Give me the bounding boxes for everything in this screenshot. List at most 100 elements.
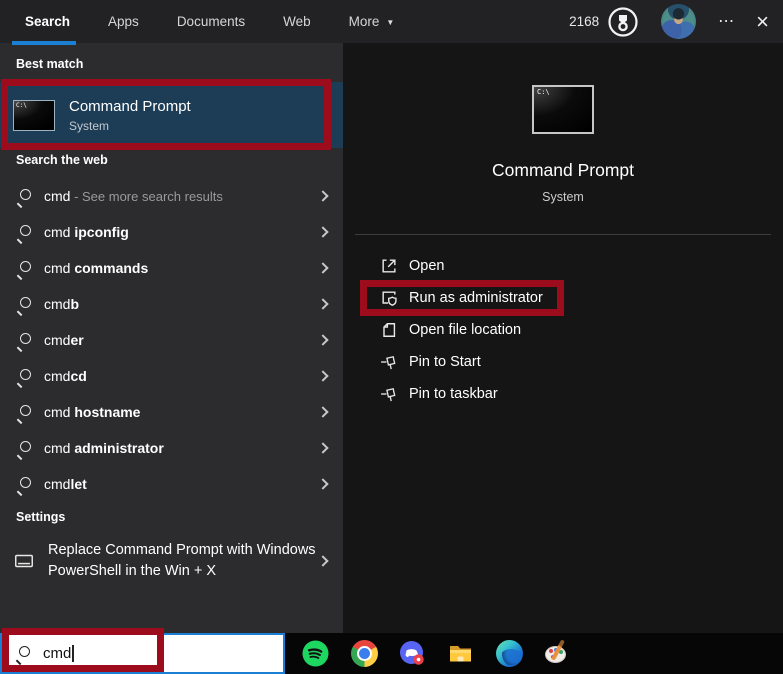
spotify-icon[interactable] — [302, 640, 329, 667]
chevron-right-icon[interactable] — [317, 478, 329, 490]
search-icon — [16, 440, 31, 456]
action-run-as-administrator[interactable]: Run as administrator — [343, 282, 783, 314]
action-label: Open — [409, 258, 445, 274]
web-suggestion-row[interactable]: cmd commands — [0, 250, 343, 286]
settings-result-label: Replace Command Prompt with Windows Powe… — [48, 542, 316, 579]
search-icon — [16, 224, 31, 240]
web-suggestion-row[interactable]: cmd administrator — [0, 430, 343, 466]
search-icon — [15, 646, 30, 661]
rewards-points-value: 2168 — [569, 14, 600, 29]
command-prompt-large-icon: C:\ — [532, 85, 594, 134]
tab-search[interactable]: Search — [25, 14, 70, 29]
pin-icon — [378, 352, 399, 373]
preview-app-title: Command Prompt — [492, 160, 634, 180]
settings-result[interactable]: Replace Command Prompt with Windows Powe… — [0, 532, 343, 590]
chevron-right-icon[interactable] — [317, 190, 329, 202]
edge-icon[interactable] — [496, 640, 523, 667]
action-label: Open file location — [409, 322, 522, 338]
tab-apps[interactable]: Apps — [108, 14, 139, 29]
close-icon[interactable]: × — [756, 10, 769, 33]
search-filter-tabs: Search Apps Documents Web More ▼ — [25, 0, 394, 43]
discord-icon[interactable] — [399, 640, 426, 667]
web-suggestion-row[interactable]: cmdcd — [0, 358, 343, 394]
open-file-location-icon — [378, 320, 399, 341]
web-suggestion-row[interactable]: cmd hostname — [0, 394, 343, 430]
web-suggestion-row[interactable]: cmdb — [0, 286, 343, 322]
topbar-right-controls: 2168 ⋯ × — [569, 0, 769, 43]
web-suggestion-row[interactable]: cmdlet — [0, 466, 343, 502]
web-suggestion-row[interactable]: cmd ipconfig — [0, 214, 343, 250]
chevron-right-icon[interactable] — [317, 406, 329, 418]
web-suggestion-label: cmd administrator — [44, 440, 164, 456]
web-suggestion-row[interactable]: cmd - See more search results — [0, 178, 343, 214]
action-label: Pin to Start — [409, 354, 481, 370]
action-pin-to-start[interactable]: Pin to Start — [343, 346, 783, 378]
medal-icon — [608, 6, 638, 37]
search-input-value: cmd — [43, 645, 72, 662]
windows-search-flyout: Search Apps Documents Web More ▼ 2168 ⋯ × Bes… — [0, 0, 783, 674]
best-match-header: Best match — [16, 57, 84, 71]
action-open-file-location[interactable]: Open file location — [343, 314, 783, 346]
chevron-right-icon[interactable] — [317, 442, 329, 454]
result-preview-panel: C:\ Command Prompt System Open Run as adm… — [343, 43, 783, 634]
search-icon — [16, 476, 31, 492]
tab-documents[interactable]: Documents — [177, 14, 245, 29]
best-match-subtitle: System — [69, 118, 110, 133]
action-label: Run as administrator — [409, 290, 543, 306]
search-results-panel: Best match C:\ Command Prompt System Sea… — [0, 43, 343, 634]
search-icon — [16, 404, 31, 420]
paint-3d-icon[interactable] — [544, 639, 571, 667]
search-topbar: Search Apps Documents Web More ▼ 2168 ⋯ × — [0, 0, 783, 45]
action-open[interactable]: Open — [343, 250, 783, 282]
web-suggestion-label: cmd - See more search results — [44, 188, 223, 204]
tab-more[interactable]: More ▼ — [349, 14, 395, 29]
taskbar: cmd — [0, 633, 783, 674]
command-prompt-icon: C:\ — [13, 99, 55, 131]
chevron-right-icon[interactable] — [317, 298, 329, 310]
chevron-right-icon[interactable] — [317, 262, 329, 274]
best-match-result[interactable]: C:\ Command Prompt System — [0, 82, 343, 148]
open-icon — [378, 256, 399, 277]
tab-web[interactable]: Web — [283, 14, 311, 29]
search-icon — [16, 332, 31, 348]
run-as-admin-icon — [378, 288, 399, 309]
web-suggestion-list: cmd - See more search results cmd ipconfi… — [0, 178, 343, 502]
text-caret — [72, 645, 74, 662]
chevron-right-icon[interactable] — [317, 226, 329, 238]
search-icon — [16, 296, 31, 312]
search-icon — [16, 188, 31, 204]
active-tab-underline — [12, 41, 76, 45]
chevron-down-icon: ▼ — [386, 18, 395, 27]
command-prompt-large-icon-text: C:\ — [537, 88, 550, 96]
ellipsis-icon[interactable]: ⋯ — [718, 13, 734, 30]
display-settings-icon — [15, 554, 33, 568]
web-search-header: Search the web — [16, 153, 108, 167]
taskbar-search-box[interactable]: cmd — [0, 633, 285, 674]
web-suggestion-label: cmd commands — [44, 260, 149, 276]
web-suggestion-label: cmdlet — [44, 476, 87, 492]
best-match-title: Command Prompt — [69, 97, 191, 115]
web-suggestion-label: cmd hostname — [44, 404, 141, 420]
web-suggestion-label: cmd ipconfig — [44, 224, 129, 240]
preview-divider — [355, 234, 771, 235]
web-suggestion-label: cmdcd — [44, 368, 87, 384]
command-prompt-icon-text: C:\ — [16, 101, 27, 109]
preview-app-subtitle: System — [542, 190, 584, 204]
best-match-text: Command Prompt System — [69, 98, 191, 133]
chevron-right-icon — [317, 555, 329, 567]
chrome-icon[interactable] — [351, 640, 378, 667]
file-explorer-icon[interactable] — [447, 640, 474, 667]
chevron-right-icon[interactable] — [317, 334, 329, 346]
context-action-list: Open Run as administrator Open file locati… — [343, 250, 783, 410]
settings-header: Settings — [16, 510, 66, 524]
rewards-points[interactable]: 2168 — [569, 6, 639, 38]
web-suggestion-label: cmder — [44, 332, 84, 348]
user-avatar[interactable] — [661, 4, 697, 39]
action-label: Pin to taskbar — [409, 386, 498, 402]
action-pin-to-taskbar[interactable]: Pin to taskbar — [343, 378, 783, 410]
chevron-right-icon[interactable] — [317, 370, 329, 382]
pin-icon — [378, 384, 399, 405]
search-icon — [16, 368, 31, 384]
search-icon — [16, 260, 31, 276]
web-suggestion-row[interactable]: cmder — [0, 322, 343, 358]
